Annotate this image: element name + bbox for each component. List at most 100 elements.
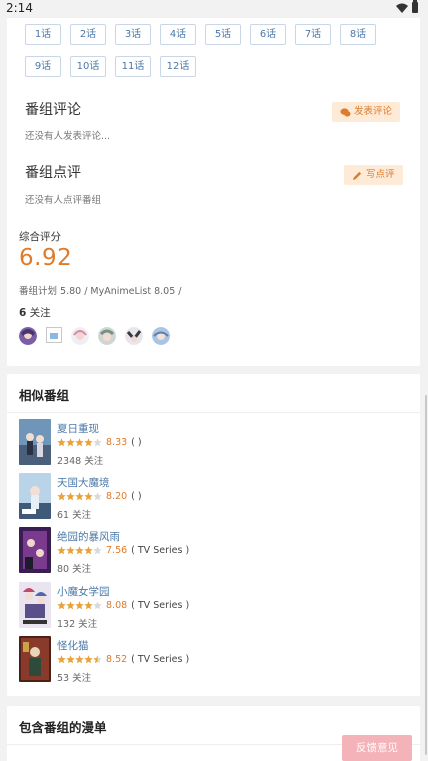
manga-list-title: 包含番组的漫单 xyxy=(19,720,107,735)
star-icon xyxy=(84,601,93,610)
star-icon xyxy=(93,655,102,664)
episode-button[interactable]: 4话 xyxy=(160,24,196,45)
cover-image xyxy=(19,527,51,573)
item-type: ( TV Series ) xyxy=(131,600,190,611)
star-icon xyxy=(84,546,93,555)
pencil-icon xyxy=(352,171,362,180)
episode-button[interactable]: 2话 xyxy=(70,24,106,45)
episode-button[interactable]: 5话 xyxy=(205,24,241,45)
cover-image xyxy=(19,473,51,519)
post-comment-label: 发表评论 xyxy=(354,106,393,117)
comments-title: 番组评论 xyxy=(25,102,81,118)
item-meta: 8.20( ) xyxy=(57,491,142,502)
cover-image xyxy=(19,419,51,465)
rating-label: 综合评分 xyxy=(19,231,61,243)
battery-icon xyxy=(412,0,418,13)
item-follow: 2348 关注 xyxy=(57,456,104,467)
similar-item[interactable]: 小魔女学园 8.08( TV Series ) 132 关注 xyxy=(19,582,409,630)
status-time: 2:14 xyxy=(6,1,33,15)
star-icon xyxy=(66,601,75,610)
item-title: 夏日重现 xyxy=(57,423,99,435)
item-title: 怪化猫 xyxy=(57,640,89,652)
info-card: 1话 2话 3话 4话 5话 6话 7话 8话 9话 10话 11话 12话 番… xyxy=(7,0,420,366)
item-score: 7.56 xyxy=(106,545,128,556)
avatar-broken-image[interactable] xyxy=(46,327,62,343)
similar-item[interactable]: 怪化猫 8.52( TV Series ) 53 关注 xyxy=(19,636,409,684)
star-icon xyxy=(93,546,102,555)
item-title: 小魔女学园 xyxy=(57,586,110,598)
episode-button[interactable]: 6话 xyxy=(250,24,286,45)
star-icon xyxy=(93,438,102,447)
star-icon xyxy=(93,601,102,610)
follower-avatars xyxy=(19,327,170,345)
item-type: ( ) xyxy=(131,491,142,502)
item-score: 8.08 xyxy=(106,600,128,611)
item-score: 8.52 xyxy=(106,654,128,665)
avatar[interactable] xyxy=(19,327,37,345)
star-icon xyxy=(57,546,66,555)
star-icon xyxy=(66,492,75,501)
item-score: 8.33 xyxy=(106,437,128,448)
item-meta: 7.56( TV Series ) xyxy=(57,545,189,556)
episode-button[interactable]: 3话 xyxy=(115,24,151,45)
similar-item[interactable]: 绝园的暴风雨 7.56( TV Series ) 80 关注 xyxy=(19,527,409,575)
comments-empty-text: 还没有人发表评论... xyxy=(25,131,111,142)
comments-icon xyxy=(340,107,351,116)
item-type: ( TV Series ) xyxy=(131,545,190,556)
item-follow: 61 关注 xyxy=(57,510,92,521)
episode-button[interactable]: 8话 xyxy=(340,24,376,45)
star-icon xyxy=(66,438,75,447)
scroll-area[interactable]: 1话 2话 3话 4话 5话 6话 7话 8话 9话 10话 11话 12话 番… xyxy=(0,0,428,761)
status-bar: 2:14 xyxy=(0,0,428,18)
item-type: ( TV Series ) xyxy=(131,654,190,665)
similar-title: 相似番组 xyxy=(19,388,70,403)
status-icons xyxy=(396,0,418,13)
star-rating xyxy=(57,492,102,501)
follow-count: 6 关注 xyxy=(19,305,51,320)
reviews-title: 番组点评 xyxy=(25,165,81,181)
write-review-button[interactable]: 写点评 xyxy=(344,165,403,185)
star-icon xyxy=(84,492,93,501)
episode-button[interactable]: 11话 xyxy=(115,56,151,77)
episode-button[interactable]: 1话 xyxy=(25,24,61,45)
episode-button[interactable]: 9话 xyxy=(25,56,61,77)
similar-item[interactable]: 天国大魔境 8.20( ) 61 关注 xyxy=(19,473,409,521)
avatar[interactable] xyxy=(152,327,170,345)
feedback-button[interactable]: 反馈意见 xyxy=(342,735,412,761)
scrollbar[interactable] xyxy=(425,395,427,755)
wifi-icon xyxy=(396,3,408,13)
episode-button[interactable]: 10话 xyxy=(70,56,106,77)
star-rating xyxy=(57,601,102,610)
star-icon xyxy=(57,601,66,610)
star-icon xyxy=(66,546,75,555)
avatar[interactable] xyxy=(98,327,116,345)
star-icon xyxy=(57,438,66,447)
star-icon xyxy=(75,601,84,610)
star-icon xyxy=(75,438,84,447)
divider xyxy=(7,412,420,413)
post-comment-button[interactable]: 发表评论 xyxy=(332,102,401,122)
avatar[interactable] xyxy=(71,327,89,345)
rating-value: 6.92 xyxy=(19,245,73,271)
star-icon xyxy=(66,655,75,664)
star-icon xyxy=(57,655,66,664)
star-rating xyxy=(57,438,102,447)
item-meta: 8.08( TV Series ) xyxy=(57,600,189,611)
star-icon xyxy=(93,492,102,501)
similar-item[interactable]: 夏日重现 8.33( ) 2348 关注 xyxy=(19,419,409,467)
episode-button[interactable]: 12话 xyxy=(160,56,196,77)
item-type: ( ) xyxy=(131,437,142,448)
item-title: 绝园的暴风雨 xyxy=(57,531,120,543)
episode-button[interactable]: 7话 xyxy=(295,24,331,45)
avatar[interactable] xyxy=(125,327,143,345)
item-meta: 8.33( ) xyxy=(57,437,142,448)
item-meta: 8.52( TV Series ) xyxy=(57,654,189,665)
item-title: 天国大魔境 xyxy=(57,477,110,489)
cover-image xyxy=(19,636,51,682)
item-follow: 53 关注 xyxy=(57,673,92,684)
cover-image xyxy=(19,582,51,628)
star-icon xyxy=(75,492,84,501)
similar-card: 相似番组 夏日重现 8.33( ) 2348 关注 天国大魔境 8.20( ) … xyxy=(7,374,420,696)
item-follow: 132 关注 xyxy=(57,619,98,630)
star-rating xyxy=(57,546,102,555)
